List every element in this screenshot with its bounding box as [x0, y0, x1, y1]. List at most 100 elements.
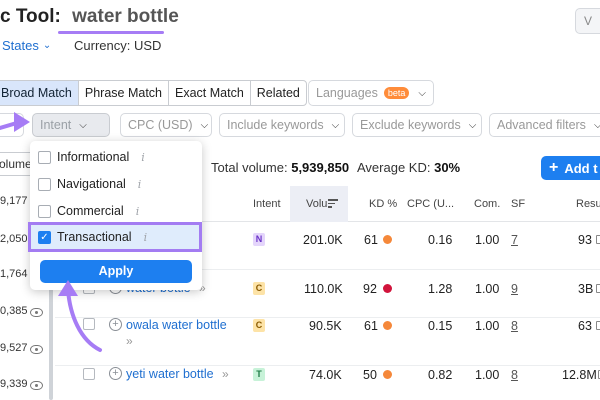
- kd-dot: [383, 370, 392, 379]
- option-label: Informational: [57, 150, 130, 164]
- checkbox-checked[interactable]: ✓: [38, 230, 51, 244]
- checkbox[interactable]: [38, 150, 51, 164]
- keyword-highlight-underline: [58, 31, 164, 34]
- results-icon[interactable]: [596, 321, 600, 330]
- option-label: Commercial: [57, 204, 124, 218]
- beta-badge: beta: [383, 87, 410, 99]
- intent-option-transactional[interactable]: ✓ Transactional i: [28, 222, 202, 252]
- sort-icon[interactable]: [328, 199, 338, 208]
- chevron-down-icon: ⌵: [593, 119, 600, 131]
- row-checkbox[interactable]: [83, 318, 95, 330]
- volume-cell: 90.5K: [309, 319, 342, 333]
- competition-cell: 1.00: [475, 282, 500, 296]
- keyword-link[interactable]: yeti water bottle: [126, 367, 214, 381]
- advanced-filters[interactable]: Advanced filters ⌵: [489, 113, 600, 137]
- total-volume-value: 5,939,850: [291, 160, 350, 175]
- tab-exact-match[interactable]: Exact Match: [169, 81, 251, 105]
- left-volume-value: 2,050: [0, 233, 28, 245]
- results-icon[interactable]: [596, 235, 600, 244]
- checkbox[interactable]: [38, 177, 51, 191]
- header-serp-features[interactable]: SF: [511, 198, 525, 210]
- add-button-label: Add t: [564, 160, 598, 176]
- chevron-down-icon: ⌵: [79, 119, 87, 131]
- languages-dropdown[interactable]: Languages beta ⌵: [308, 80, 434, 106]
- option-label: Transactional: [57, 230, 132, 244]
- header-volume[interactable]: Volu: [306, 198, 327, 210]
- cpc-cell: 1.28: [428, 282, 453, 296]
- title-keyword: water bottle: [72, 6, 179, 27]
- results-cell: 3B: [578, 282, 594, 296]
- info-icon[interactable]: i: [144, 231, 148, 244]
- eye-icon[interactable]: [30, 308, 43, 317]
- double-chevron-icon[interactable]: »: [126, 334, 133, 348]
- kd-dot: [383, 284, 392, 293]
- double-chevron-icon[interactable]: »: [222, 367, 229, 381]
- header-competition[interactable]: Com.: [474, 198, 500, 210]
- include-keywords-filter[interactable]: Include keywords ⌵: [219, 113, 345, 137]
- checkbox[interactable]: [38, 204, 51, 218]
- info-icon[interactable]: i: [141, 151, 145, 164]
- results-cell: 12.8M: [562, 368, 597, 382]
- chevron-down-icon: ⌵: [418, 87, 426, 99]
- info-icon[interactable]: i: [136, 205, 140, 218]
- results-cell: 63: [578, 319, 592, 333]
- intent-badge: N: [253, 233, 265, 246]
- competition-cell: 1.00: [475, 319, 500, 333]
- results-cell: 93: [578, 233, 592, 247]
- competition-cell: 1.00: [475, 233, 500, 247]
- intent-option-informational[interactable]: Informational i: [38, 147, 188, 167]
- left-volume-value: 9,527: [0, 342, 28, 354]
- serp-features-link[interactable]: 7: [511, 233, 518, 247]
- volume-cell: 74.0K: [309, 368, 342, 382]
- serp-features-link[interactable]: 8: [511, 319, 518, 333]
- add-to-list-button[interactable]: + Add t: [541, 156, 600, 180]
- tab-broad-match[interactable]: Broad Match: [0, 81, 79, 105]
- header-results[interactable]: Resu: [576, 198, 600, 210]
- cpc-cell: 0.15: [428, 319, 453, 333]
- apply-button[interactable]: Apply: [40, 260, 192, 283]
- chevron-down-icon: ⌵: [468, 119, 477, 131]
- intent-filter[interactable]: Intent ⌵: [32, 113, 110, 137]
- header-intent[interactable]: Intent: [253, 198, 281, 210]
- top-right-button[interactable]: V: [575, 8, 600, 34]
- average-kd-label: Average KD:: [357, 160, 431, 175]
- results-icon[interactable]: [596, 284, 600, 293]
- header-cpc[interactable]: CPC (U...: [407, 198, 454, 210]
- plus-icon: +: [549, 159, 559, 176]
- currency-label: Currency: USD: [74, 38, 162, 53]
- serp-features-link[interactable]: 9: [511, 282, 518, 296]
- match-type-tabs: Broad Match Phrase Match Exact Match Rel…: [0, 80, 307, 106]
- info-icon[interactable]: i: [138, 178, 142, 191]
- location-selector[interactable]: States ⌄: [2, 38, 51, 53]
- eye-icon[interactable]: [30, 381, 43, 390]
- filter-left-partial[interactable]: [0, 113, 24, 137]
- serp-features-link[interactable]: 8: [511, 368, 518, 382]
- eye-icon[interactable]: [30, 345, 43, 354]
- cpc-cell: 0.82: [428, 368, 453, 382]
- tab-phrase-match[interactable]: Phrase Match: [79, 81, 169, 105]
- exclude-keywords-filter[interactable]: Exclude keywords ⌵: [352, 113, 482, 137]
- intent-badge: C: [253, 319, 265, 332]
- chevron-down-icon: ⌄: [42, 40, 52, 51]
- keyword-link[interactable]: owala water bottle: [126, 318, 227, 332]
- tab-related[interactable]: Related: [251, 81, 306, 105]
- left-volume-value: 9,177: [0, 195, 28, 207]
- row-checkbox[interactable]: [83, 368, 95, 380]
- cpc-filter[interactable]: CPC (USD) ⌵: [120, 113, 212, 137]
- intent-option-navigational[interactable]: Navigational i: [38, 174, 188, 194]
- kd-cell: 61: [364, 319, 378, 333]
- exclude-keywords-label: Exclude keywords: [360, 118, 461, 132]
- header-kd[interactable]: KD %: [369, 198, 397, 210]
- add-keyword-icon[interactable]: +: [109, 367, 122, 380]
- page-title: c Tool: water bottle: [0, 6, 179, 28]
- total-volume-label: Total volume:: [211, 160, 288, 175]
- add-keyword-icon[interactable]: +: [109, 318, 122, 331]
- include-keywords-label: Include keywords: [227, 118, 324, 132]
- kd-dot: [383, 321, 392, 330]
- location-label: States: [2, 38, 39, 53]
- intent-badge: C: [253, 282, 265, 295]
- cpc-cell: 0.16: [428, 233, 453, 247]
- volume-cell: 110.0K: [304, 282, 343, 296]
- intent-option-commercial[interactable]: Commercial i: [38, 201, 188, 221]
- option-label: Navigational: [57, 177, 126, 191]
